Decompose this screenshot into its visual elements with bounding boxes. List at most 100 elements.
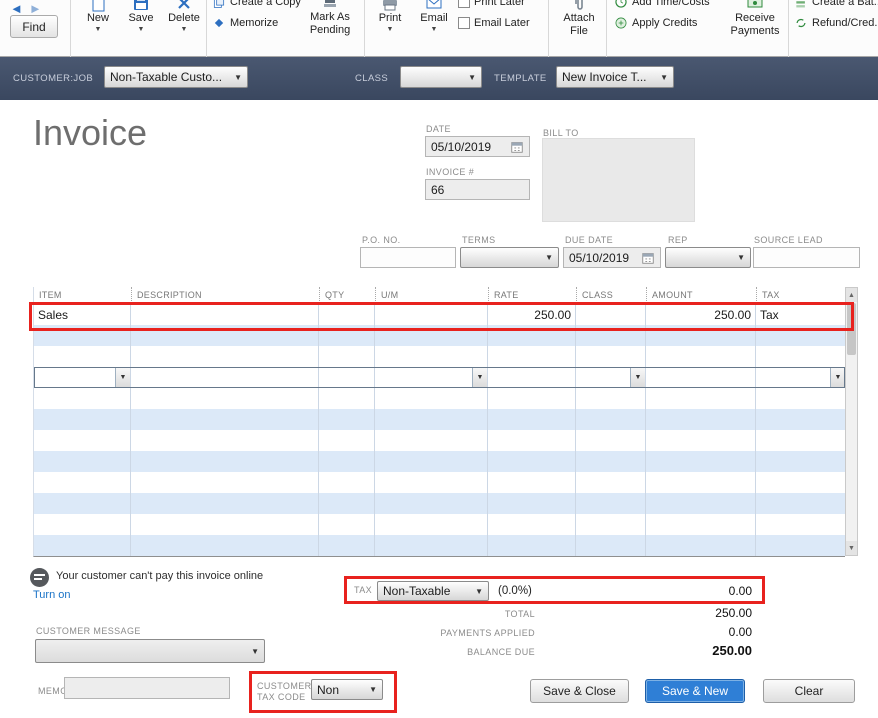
- memorize-button[interactable]: Memorize: [212, 16, 278, 30]
- email-button[interactable]: Email ▼: [414, 0, 454, 33]
- table-row[interactable]: [34, 451, 845, 472]
- description-cell[interactable]: [131, 304, 319, 325]
- chevron-down-icon[interactable]: ▼: [830, 367, 845, 388]
- new-document-icon: [89, 0, 107, 12]
- batch-icon: [794, 0, 808, 9]
- qty-cell[interactable]: [319, 304, 375, 325]
- add-time-costs-button[interactable]: Add Time/Costs: [614, 0, 710, 9]
- po-number-label: P.O. NO.: [362, 235, 401, 245]
- email-later-checkbox[interactable]: Email Later: [458, 17, 530, 29]
- receive-payments-button[interactable]: Receive Payments: [726, 0, 784, 37]
- class-cell[interactable]: [576, 304, 646, 325]
- find-button[interactable]: Find: [10, 15, 58, 38]
- attach-file-button[interactable]: Attach File: [556, 0, 602, 37]
- save-close-button[interactable]: Save & Close: [530, 679, 629, 703]
- table-row[interactable]: [34, 514, 845, 535]
- memorize-icon: [212, 16, 226, 30]
- table-scrollbar[interactable]: ▲ ▼: [845, 287, 858, 556]
- chevron-down-icon: ▼: [431, 26, 438, 33]
- calendar-icon[interactable]: [510, 140, 524, 154]
- toolbar-divider: [206, 0, 207, 57]
- date-label: DATE: [426, 124, 451, 134]
- print-later-checkbox[interactable]: Print Later: [458, 0, 525, 8]
- source-lead-input[interactable]: [753, 247, 860, 268]
- page-title: Invoice: [33, 112, 147, 154]
- bill-to-box[interactable]: [542, 138, 695, 222]
- template-select[interactable]: New Invoice T... ▼: [556, 66, 674, 88]
- apply-credits-button[interactable]: Apply Credits: [614, 16, 697, 30]
- terms-label: TERMS: [462, 235, 496, 245]
- column-header: ITEM: [34, 287, 131, 303]
- column-header: CLASS: [576, 287, 646, 303]
- clear-button[interactable]: Clear: [763, 679, 855, 703]
- invoice-number-input[interactable]: 66: [425, 179, 530, 200]
- table-row[interactable]: [34, 472, 845, 493]
- scroll-up-icon[interactable]: ▲: [846, 288, 857, 302]
- save-new-button[interactable]: Save & New: [645, 679, 745, 703]
- print-button[interactable]: Print ▼: [370, 0, 410, 33]
- amount-cell[interactable]: 250.00: [646, 304, 756, 325]
- memo-input[interactable]: [64, 677, 230, 699]
- qty-cell[interactable]: [319, 367, 375, 388]
- um-cell[interactable]: ▼: [375, 367, 488, 388]
- table-row-sales[interactable]: Sales 250.00 250.00 Tax: [34, 304, 845, 325]
- total-label: TOTAL: [355, 609, 535, 619]
- tax-cell[interactable]: Tax: [756, 304, 846, 325]
- payments-applied-value: 0.00: [645, 625, 752, 639]
- refund-credit-button[interactable]: Refund/Cred...: [794, 16, 878, 30]
- back-icon[interactable]: ◄: [10, 1, 23, 16]
- toolbar-divider: [70, 0, 71, 57]
- um-cell[interactable]: [375, 304, 488, 325]
- table-row-active[interactable]: ▼ ▼ ▼ ▼: [34, 367, 845, 388]
- table-row[interactable]: [34, 430, 845, 451]
- scrollbar-thumb[interactable]: [847, 303, 856, 355]
- bill-to-label: BILL TO: [543, 128, 579, 138]
- chevron-down-icon[interactable]: ▼: [115, 367, 130, 388]
- scroll-down-icon[interactable]: ▼: [846, 541, 857, 555]
- chevron-down-icon: ▼: [737, 253, 745, 262]
- customer-message-select[interactable]: ▼: [35, 639, 265, 663]
- create-batch-button[interactable]: Create a Bat...: [794, 0, 878, 9]
- due-date-input[interactable]: 05/10/2019: [563, 247, 661, 268]
- table-row[interactable]: [34, 535, 845, 556]
- turn-on-link[interactable]: Turn on: [33, 589, 71, 601]
- class-select[interactable]: ▼: [400, 66, 482, 88]
- po-number-input[interactable]: [360, 247, 456, 268]
- class-cell[interactable]: ▼: [576, 367, 646, 388]
- table-row[interactable]: [34, 409, 845, 430]
- table-row[interactable]: [34, 346, 845, 367]
- calendar-icon[interactable]: [641, 251, 655, 265]
- chevron-down-icon: ▼: [545, 253, 553, 262]
- customer-tax-code-select[interactable]: Non ▼: [311, 679, 383, 700]
- new-button[interactable]: New ▼: [80, 0, 116, 33]
- rate-cell[interactable]: [488, 367, 576, 388]
- tax-select[interactable]: Non-Taxable ▼: [377, 581, 489, 601]
- stamp-icon: [321, 0, 339, 11]
- balance-due-value: 250.00: [645, 643, 752, 658]
- table-row[interactable]: [34, 388, 845, 409]
- table-row[interactable]: [34, 493, 845, 514]
- amount-cell[interactable]: [646, 367, 756, 388]
- tax-label: TAX: [354, 585, 372, 595]
- table-row[interactable]: [34, 325, 845, 346]
- item-cell[interactable]: ▼: [34, 367, 131, 388]
- terms-select[interactable]: ▼: [460, 247, 559, 268]
- chevron-down-icon[interactable]: ▼: [472, 367, 487, 388]
- forward-icon[interactable]: ►: [29, 1, 42, 16]
- date-input[interactable]: 05/10/2019: [425, 136, 530, 157]
- delete-button[interactable]: Delete ▼: [162, 0, 206, 33]
- chevron-down-icon[interactable]: ▼: [630, 367, 645, 388]
- customer-job-select[interactable]: Non-Taxable Custo... ▼: [104, 66, 248, 88]
- rate-cell[interactable]: 250.00: [488, 304, 576, 325]
- save-button[interactable]: Save ▼: [122, 0, 160, 33]
- tax-cell[interactable]: ▼: [756, 367, 846, 388]
- document-header-bar: CUSTOMER:JOB Non-Taxable Custo... ▼ CLAS…: [0, 57, 878, 100]
- payments-icon: [746, 0, 764, 12]
- create-copy-button[interactable]: Create a Copy: [212, 0, 301, 9]
- item-cell[interactable]: Sales: [34, 304, 131, 325]
- description-cell[interactable]: [131, 367, 319, 388]
- column-header: AMOUNT: [646, 287, 756, 303]
- email-icon: [425, 0, 443, 12]
- rep-select[interactable]: ▼: [665, 247, 751, 268]
- mark-as-pending-button[interactable]: Mark As Pending: [300, 0, 360, 36]
